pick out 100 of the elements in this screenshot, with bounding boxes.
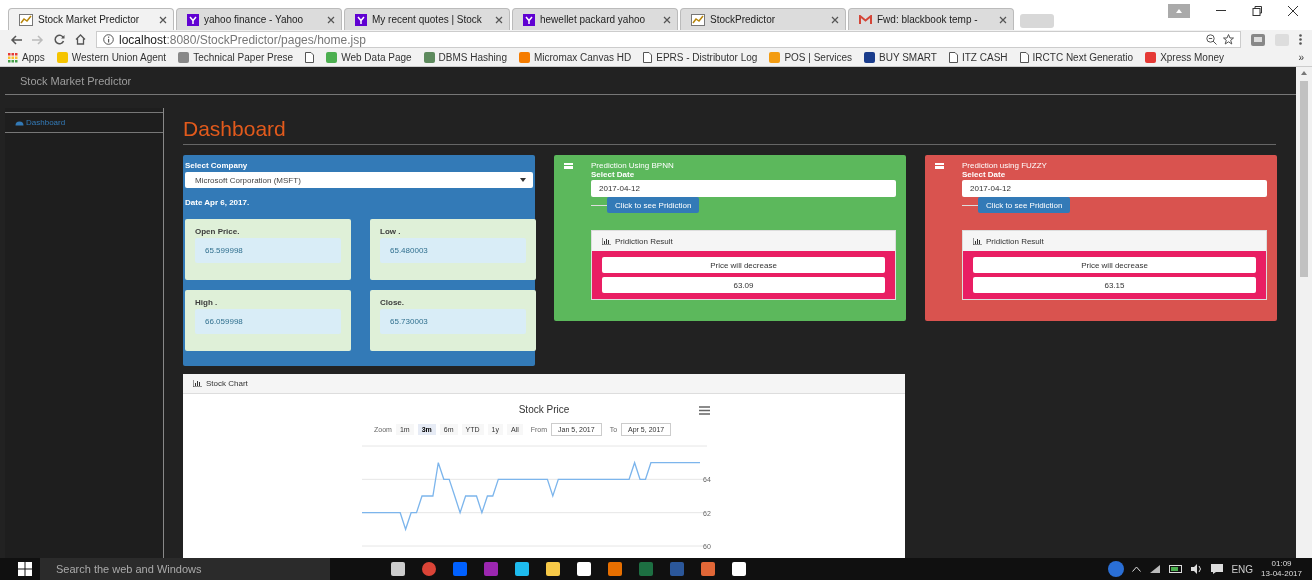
url-text: localhost:8080/StockPredictor/pages/home.jsp xyxy=(119,32,366,47)
field-label: Select Date xyxy=(591,170,636,179)
brand-title[interactable]: Stock Market Predictor xyxy=(20,74,132,87)
scrollbar[interactable] xyxy=(1296,67,1312,558)
browser-tab[interactable]: StockPredictor xyxy=(680,8,846,30)
star-icon[interactable] xyxy=(1223,34,1234,45)
mail-icon xyxy=(859,14,872,25)
card-icon xyxy=(564,163,573,169)
bar-chart-icon xyxy=(602,237,611,245)
prediction-button[interactable]: Click to see Pridiction xyxy=(978,197,1071,213)
panel-title: Pridiction Result xyxy=(986,236,1044,246)
bookmark-link[interactable]: Technical Paper Prese xyxy=(193,52,294,63)
browser-tab[interactable]: hewellet packard yahoo xyxy=(512,8,678,30)
bar-chart-icon xyxy=(973,237,982,245)
restore-icon[interactable] xyxy=(1252,6,1262,16)
browser-tab[interactable]: yahoo finance - Yahoo xyxy=(176,8,342,30)
card-title: Prediction Using BPNN xyxy=(591,161,675,170)
bookmark-link[interactable]: IRCTC Next Generatio xyxy=(1032,52,1134,63)
prediction-button[interactable]: Click to see Pridiction xyxy=(607,197,700,213)
menu-icon[interactable] xyxy=(1299,34,1302,45)
chart-favicon-icon xyxy=(19,13,33,26)
dashboard-icon xyxy=(15,119,24,126)
letter-logo-icon xyxy=(355,13,367,26)
chart-favicon-icon xyxy=(691,13,705,26)
home-icon[interactable] xyxy=(75,34,86,45)
menu-icon[interactable] xyxy=(699,406,710,415)
minimize-icon[interactable] xyxy=(1216,10,1226,12)
bookmark-link[interactable]: Apps xyxy=(22,52,45,63)
volume-icon[interactable] xyxy=(1191,564,1204,574)
language-indicator[interactable]: ENG xyxy=(1231,563,1254,575)
browser-tab[interactable]: Fwd: blackbook temp - xyxy=(848,8,1014,30)
bookmark-link[interactable]: BUY SMART xyxy=(879,52,937,63)
letter-logo-icon xyxy=(187,13,199,26)
close-icon[interactable] xyxy=(159,15,167,24)
result-value: 63.15 xyxy=(973,277,1256,293)
result-value: 63.09 xyxy=(602,277,885,293)
card-icon xyxy=(935,163,944,169)
scrollbar-thumb[interactable] xyxy=(1300,81,1308,277)
sidebar-item[interactable]: Dashboard xyxy=(5,112,163,133)
bookmark-link[interactable]: Xpress Money xyxy=(1160,52,1225,63)
price-label: Low . xyxy=(380,227,402,236)
bookmark-favicon-icon xyxy=(56,52,68,63)
price-label: Close. xyxy=(380,298,405,307)
result-text: Price will decrease xyxy=(602,257,885,273)
bookmark-link[interactable]: POS | Services xyxy=(784,52,852,63)
clock[interactable]: 01:09 13-04-2017 xyxy=(1261,559,1302,579)
panel-title: Pridiction Result xyxy=(615,236,673,246)
price-value: 65.730003 xyxy=(380,309,526,334)
address-bar[interactable]: localhost:8080/StockPredictor/pages/home.jsp xyxy=(96,31,1241,48)
date-field[interactable]: 2017-04-12 xyxy=(591,180,896,197)
close-icon[interactable] xyxy=(663,15,671,24)
close-icon[interactable] xyxy=(831,15,839,24)
letter-logo-icon xyxy=(523,13,535,26)
bookmark-favicon-icon xyxy=(1145,52,1157,63)
chart-title: Stock Price xyxy=(518,404,570,415)
bookmark-link[interactable]: DBMS Hashing xyxy=(438,52,507,63)
close-icon[interactable] xyxy=(327,15,335,24)
close-icon[interactable] xyxy=(999,15,1007,24)
page-icon xyxy=(949,52,958,63)
bookmark-link[interactable]: Web Data Page xyxy=(341,52,412,63)
bookmark-link[interactable]: Western Union Agent xyxy=(71,52,167,63)
bookmark-favicon-icon xyxy=(326,52,338,63)
close-icon[interactable] xyxy=(1288,6,1298,16)
caret-up-icon[interactable] xyxy=(1132,566,1142,572)
wifi-icon[interactable] xyxy=(1149,564,1162,574)
browser-tab[interactable]: My recent quotes | Stock xyxy=(344,8,510,30)
message-icon[interactable] xyxy=(1211,564,1224,574)
zoom-out-icon[interactable] xyxy=(1206,34,1217,45)
price-value: 65.599998 xyxy=(195,238,341,263)
reload-icon[interactable] xyxy=(54,34,65,45)
page-icon xyxy=(1019,52,1029,63)
date-text: Date Apr 6, 2017. xyxy=(185,198,251,207)
back-arrow-icon[interactable] xyxy=(10,34,22,45)
bookmark-favicon-icon xyxy=(864,52,875,63)
bookmark-favicon-icon xyxy=(178,52,190,63)
company-select[interactable]: Microsoft Corporation (MSFT) xyxy=(185,172,533,188)
price-value: 65.480003 xyxy=(380,238,526,263)
price-value: 66.059998 xyxy=(195,309,341,334)
more-bookmarks[interactable]: » xyxy=(1298,52,1304,63)
browser-tab[interactable]: Stock Market Predictor xyxy=(8,8,174,30)
battery-icon[interactable] xyxy=(1169,565,1184,573)
bookmark-favicon-icon xyxy=(518,52,530,63)
price-label: Open Price. xyxy=(195,227,241,236)
field-label: Select Date xyxy=(962,170,1007,179)
bookmark-link[interactable]: ITZ CASH xyxy=(962,52,1008,63)
close-icon[interactable] xyxy=(495,15,503,24)
apps-grid-icon xyxy=(8,52,18,63)
windows-logo-icon[interactable] xyxy=(18,562,32,576)
caret-icon xyxy=(520,178,526,182)
bookmark-favicon-icon xyxy=(769,52,781,63)
bookmark-link[interactable]: EPRS - Distributor Log xyxy=(656,52,758,63)
page-heading: Dashboard xyxy=(183,117,1276,145)
search-field[interactable]: Search the web and Windows xyxy=(40,558,330,580)
bookmark-link[interactable]: Micromax Canvas HD xyxy=(533,52,632,63)
info-icon[interactable] xyxy=(103,34,114,45)
page-icon xyxy=(305,52,315,63)
price-label: High . xyxy=(195,298,219,307)
date-field[interactable]: 2017-04-12 xyxy=(962,180,1267,197)
scroll-up-arrow-icon[interactable] xyxy=(1301,71,1307,75)
field-label: Select Company xyxy=(185,161,249,170)
